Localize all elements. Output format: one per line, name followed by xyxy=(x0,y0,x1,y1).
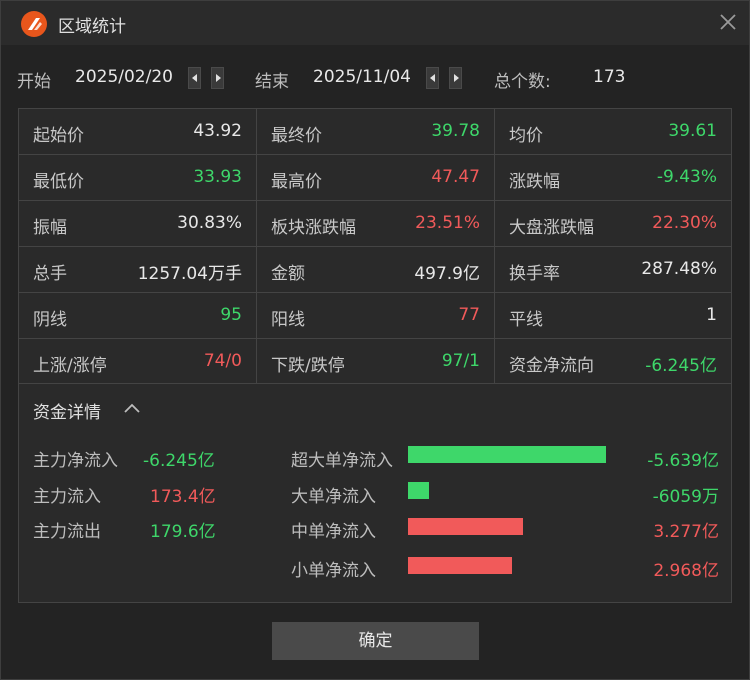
stat-label: 下跌/跌停 xyxy=(271,356,345,376)
stat-value: 22.30% xyxy=(652,213,717,233)
stat-value: 74/0 xyxy=(203,351,242,371)
confirm-button[interactable]: 确定 xyxy=(272,622,479,660)
stat-label: 金额 xyxy=(271,264,305,284)
flow-label: 大单净流入 xyxy=(291,487,376,507)
stat-label: 涨跌幅 xyxy=(509,172,560,192)
stat-cell-high-price: 最高价 47.47 xyxy=(257,155,495,201)
start-date-field[interactable]: 2025/02/20 xyxy=(75,67,173,87)
stat-label: 换手率 xyxy=(509,264,560,284)
stat-value: 43.92 xyxy=(193,121,242,141)
stat-value: -6.245亿 xyxy=(645,356,717,376)
main-outflow-label: 主力流出 xyxy=(33,522,101,542)
date-range-bar: 开始 2025/02/20 结束 2025/11/04 总个数: 173 xyxy=(1,55,749,99)
stat-cell-flat-candles: 平线 1 xyxy=(495,293,731,339)
stat-label: 阳线 xyxy=(271,310,305,330)
stat-label: 均价 xyxy=(509,126,543,146)
stat-cell-turnover: 换手率 287.48% xyxy=(495,247,731,293)
stat-label: 板块涨跌幅 xyxy=(271,218,356,238)
end-label: 结束 xyxy=(255,72,289,92)
flow-bar xyxy=(408,482,429,499)
stat-label: 总手 xyxy=(33,264,67,284)
triangle-right-icon xyxy=(215,74,221,82)
end-next-button[interactable] xyxy=(449,67,462,89)
triangle-right-icon xyxy=(453,74,459,82)
stat-value: -9.43% xyxy=(656,167,717,187)
stat-label: 起始价 xyxy=(33,126,84,146)
stat-label: 最终价 xyxy=(271,126,322,146)
chevron-up-icon[interactable] xyxy=(124,403,140,413)
flow-label: 中单净流入 xyxy=(291,522,376,542)
stat-label: 上涨/涨停 xyxy=(33,356,107,376)
stat-label: 最高价 xyxy=(271,172,322,192)
stat-label: 资金净流向 xyxy=(509,356,594,376)
stat-cell-sector-change: 板块涨跌幅 23.51% xyxy=(257,201,495,247)
flow-bar xyxy=(408,557,512,574)
flow-bar xyxy=(408,446,606,463)
stat-label: 阴线 xyxy=(33,310,67,330)
stat-value: 287.48% xyxy=(641,259,717,279)
fund-detail-panel: 资金详情 主力净流入 -6.245亿 主力流入 173.4亿 主力流出 179.… xyxy=(18,384,732,603)
stat-label: 大盘涨跌幅 xyxy=(509,218,594,238)
start-prev-button[interactable] xyxy=(188,67,201,89)
end-date-field[interactable]: 2025/11/04 xyxy=(313,67,411,87)
flow-value: 3.277亿 xyxy=(653,522,719,542)
stat-value: 33.93 xyxy=(193,167,242,187)
app-logo-icon xyxy=(21,11,47,37)
stat-cell-net-flow: 资金净流向 -6.245亿 xyxy=(495,339,731,385)
triangle-left-icon xyxy=(429,74,435,82)
flow-label: 小单净流入 xyxy=(291,561,376,581)
fund-detail-header[interactable]: 资金详情 xyxy=(33,398,101,423)
flow-value: -5.639亿 xyxy=(647,451,719,471)
stat-cell-low-price: 最低价 33.93 xyxy=(19,155,257,201)
stat-cell-amount: 金额 497.9亿 xyxy=(257,247,495,293)
flow-label: 超大单净流入 xyxy=(291,451,393,471)
title-bar: 区域统计 xyxy=(1,1,749,45)
stat-value: 97/1 xyxy=(441,351,480,371)
stat-cell-rise-limitup: 上涨/涨停 74/0 xyxy=(19,339,257,385)
stat-cell-amplitude: 振幅 30.83% xyxy=(19,201,257,247)
stat-cell-total-volume: 总手 1257.04万手 xyxy=(19,247,257,293)
main-net-inflow-value: -6.245亿 xyxy=(143,451,215,471)
main-inflow-value: 173.4亿 xyxy=(150,487,216,507)
start-next-button[interactable] xyxy=(211,67,224,89)
dialog-window: 区域统计 开始 2025/02/20 结束 2025/11/04 总个数: 17… xyxy=(0,0,750,680)
window-title: 区域统计 xyxy=(58,17,126,37)
start-label: 开始 xyxy=(17,72,51,92)
stat-value: 95 xyxy=(220,305,242,325)
stat-value: 1257.04万手 xyxy=(137,264,242,284)
flow-bar xyxy=(408,518,523,535)
stat-value: 39.78 xyxy=(431,121,480,141)
stat-value: 497.9亿 xyxy=(414,264,480,284)
stat-label: 平线 xyxy=(509,310,543,330)
stat-cell-avg-price: 均价 39.61 xyxy=(495,109,731,155)
stat-cell-change-pct: 涨跌幅 -9.43% xyxy=(495,155,731,201)
stat-label: 振幅 xyxy=(33,218,67,238)
close-icon[interactable] xyxy=(717,11,739,33)
stat-value: 1 xyxy=(706,305,717,325)
count-value: 173 xyxy=(593,67,626,87)
triangle-left-icon xyxy=(191,74,197,82)
main-net-inflow-label: 主力净流入 xyxy=(33,451,118,471)
stat-value: 30.83% xyxy=(177,213,242,233)
stat-value: 39.61 xyxy=(668,121,717,141)
flow-value: -6059万 xyxy=(652,487,719,507)
stats-grid: 起始价 43.92 最终价 39.78 均价 39.61 最低价 33.93 最高价 47… xyxy=(18,108,732,385)
stat-label: 最低价 xyxy=(33,172,84,192)
main-inflow-label: 主力流入 xyxy=(33,487,101,507)
stat-value: 77 xyxy=(458,305,480,325)
stat-cell-start-price: 起始价 43.92 xyxy=(19,109,257,155)
count-label: 总个数: xyxy=(494,72,551,92)
stat-cell-end-price: 最终价 39.78 xyxy=(257,109,495,155)
flow-value: 2.968亿 xyxy=(653,561,719,581)
stat-cell-market-change: 大盘涨跌幅 22.30% xyxy=(495,201,731,247)
main-outflow-value: 179.6亿 xyxy=(150,522,216,542)
stat-cell-fall-limitdown: 下跌/跌停 97/1 xyxy=(257,339,495,385)
end-prev-button[interactable] xyxy=(426,67,439,89)
stat-cell-down-candles: 阴线 95 xyxy=(19,293,257,339)
stat-value: 47.47 xyxy=(431,167,480,187)
stat-cell-up-candles: 阳线 77 xyxy=(257,293,495,339)
stat-value: 23.51% xyxy=(415,213,480,233)
